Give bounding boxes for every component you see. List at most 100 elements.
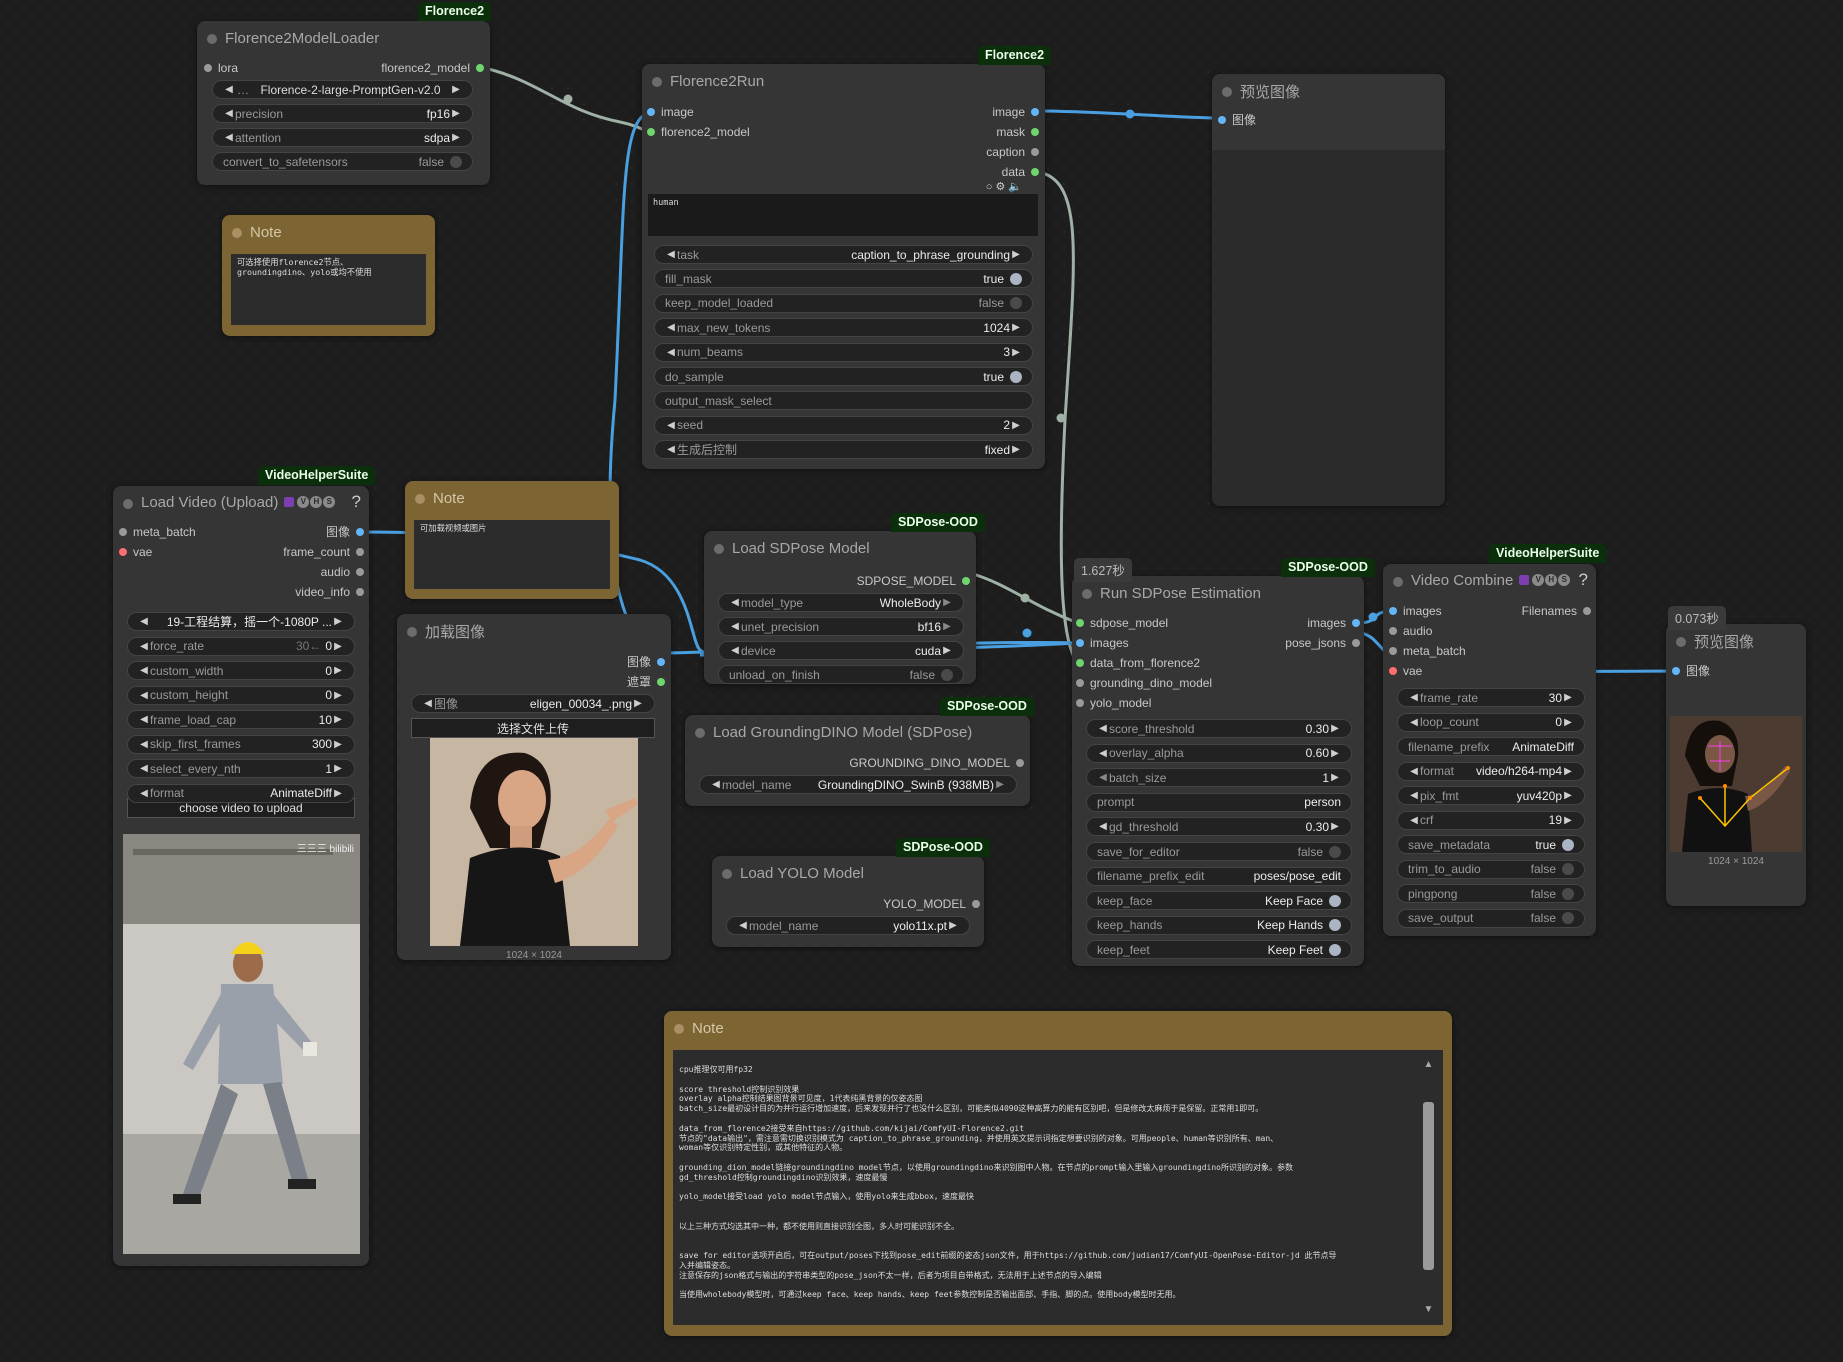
arrow-right-icon[interactable]: ▶	[1329, 821, 1341, 832]
arrow-right-icon[interactable]: ▶	[1562, 790, 1574, 801]
collapse-dot-icon[interactable]	[652, 77, 662, 87]
device-combo[interactable]: ◀ device cuda ▶	[718, 641, 964, 660]
video-combine-node[interactable]: Video Combine V H S? images audio meta_bat…	[1383, 564, 1596, 936]
output-data[interactable]: data	[1002, 164, 1040, 180]
arrow-right-icon[interactable]: ▶	[1562, 717, 1574, 728]
arrow-right-icon[interactable]: ▶	[332, 641, 344, 652]
input-sdpose-model[interactable]: sdpose_model	[1076, 615, 1168, 631]
node-header[interactable]: Load Video (Upload) V H S?	[113, 486, 369, 518]
arrow-right-icon[interactable]: ▶	[332, 739, 344, 750]
toggle-on-icon[interactable]	[1010, 272, 1022, 285]
image-file-combo[interactable]: ◀ 图像 eligen_00034_.png ▶	[411, 694, 655, 713]
arrow-left-icon[interactable]: ◀	[665, 249, 677, 260]
node-header[interactable]: Load GroundingDINO Model (SDPose)	[685, 715, 1030, 749]
arrow-left-icon[interactable]: ◀	[223, 84, 235, 95]
arrow-right-icon[interactable]: ▶	[1562, 766, 1574, 777]
input-lora[interactable]: lora	[204, 60, 238, 76]
note-node-2[interactable]: Note 可加载视频或图片	[405, 481, 619, 599]
collapse-dot-icon[interactable]	[123, 499, 133, 509]
input-grounding-dino-model[interactable]: grounding_dino_model	[1076, 675, 1212, 691]
florence2-model-loader-node[interactable]: Florence2ModelLoader lora florence2_mode…	[197, 21, 490, 185]
output-florence2-model[interactable]: florence2_model	[381, 60, 484, 76]
widget-do-sample[interactable]: do_sample true	[654, 367, 1033, 386]
input-vae[interactable]: vae	[119, 544, 152, 560]
arrow-right-icon[interactable]: ▶	[332, 690, 344, 701]
collapse-dot-icon[interactable]	[1222, 87, 1232, 97]
attention-combo[interactable]: ◀ attention sdpa ▶	[212, 128, 473, 147]
node-header[interactable]: 预览图像	[1212, 74, 1445, 108]
input-image[interactable]: 图像	[1218, 112, 1256, 128]
node-header[interactable]: Video Combine V H S?	[1383, 564, 1596, 596]
toggle-off-icon[interactable]	[1562, 912, 1574, 924]
node-header[interactable]: 加载图像	[397, 614, 671, 648]
output-pose-jsons[interactable]: pose_jsons	[1285, 635, 1360, 651]
widget-overlay-alpha[interactable]: ◀ overlay_alpha 0.60 ▶	[1086, 743, 1352, 763]
node-header[interactable]: Load SDPose Model	[704, 531, 976, 565]
collapse-dot-icon[interactable]	[1393, 577, 1403, 587]
arrow-left-icon[interactable]: ◀	[737, 920, 749, 931]
arrow-right-icon[interactable]: ▶	[332, 714, 344, 725]
arrow-right-icon[interactable]: ▶	[450, 84, 462, 95]
output-images[interactable]: images	[1307, 615, 1360, 631]
input-yolo-model[interactable]: yolo_model	[1076, 695, 1151, 711]
arrow-right-icon[interactable]: ▶	[1010, 249, 1022, 260]
toggle-on-icon[interactable]	[1329, 943, 1341, 956]
collapse-dot-icon[interactable]	[695, 728, 705, 738]
output-yolo-model[interactable]: YOLO_MODEL	[883, 896, 980, 912]
arrow-right-icon[interactable]: ▶	[1329, 723, 1341, 734]
toggle-off-icon[interactable]	[1010, 297, 1022, 310]
collapse-dot-icon[interactable]	[674, 1024, 684, 1034]
widget-frame-rate[interactable]: ◀ frame_rate 30 ▶	[1397, 688, 1585, 707]
help-icon[interactable]: ?	[352, 492, 361, 512]
arrow-left-icon[interactable]: ◀	[1408, 717, 1420, 728]
arrow-left-icon[interactable]: ◀	[138, 739, 150, 750]
arrow-left-icon[interactable]: ◀	[138, 690, 150, 701]
collapse-dot-icon[interactable]	[207, 34, 217, 44]
arrow-right-icon[interactable]: ▶	[1562, 815, 1574, 826]
gdino-model-combo[interactable]: ◀ model_name GroundingDINO_SwinB (938MB) ▶	[699, 775, 1017, 794]
widget-keep-feet[interactable]: keep_feet Keep Feet	[1086, 940, 1352, 960]
toggle-on-icon[interactable]	[1010, 370, 1022, 383]
arrow-left-icon[interactable]: ◀	[665, 444, 677, 455]
note-node-3[interactable]: Note cpu推理仅可用fp32 score threshold控制识别效果 …	[664, 1011, 1452, 1336]
output-mask[interactable]: 遮罩	[627, 674, 666, 690]
widget-save-output[interactable]: save_output false	[1397, 908, 1585, 928]
widget-crf[interactable]: ◀ crf 19 ▶	[1397, 810, 1585, 830]
arrow-right-icon[interactable]: ▶	[1562, 692, 1574, 703]
arrow-right-icon[interactable]: ▶	[941, 597, 953, 608]
model-combo[interactable]: ◀… Florence-2-large-PromptGen-v2.0 ▶	[212, 80, 473, 99]
arrow-right-icon[interactable]: ▶	[450, 132, 462, 143]
arrow-right-icon[interactable]: ▶	[1010, 347, 1022, 358]
upload-file-button[interactable]: 选择文件上传	[411, 718, 655, 738]
arrow-left-icon[interactable]: ◀	[1408, 766, 1420, 777]
load-yolo-model-node[interactable]: Load YOLO Model YOLO_MODEL ◀ model_name yo…	[712, 856, 984, 947]
widget-loop-count[interactable]: ◀ loop_count 0 ▶	[1397, 712, 1585, 732]
arrow-right-icon[interactable]: ▶	[994, 779, 1006, 790]
collapse-dot-icon[interactable]	[415, 494, 425, 504]
scroll-up-icon[interactable]: ▲	[1422, 1060, 1435, 1070]
output-caption[interactable]: caption	[986, 144, 1039, 160]
widget-seed[interactable]: ◀ seed 2 ▶	[654, 415, 1033, 435]
arrow-right-icon[interactable]: ▶	[941, 621, 953, 632]
output-sdpose-model[interactable]: SDPOSE_MODEL	[857, 573, 971, 589]
arrow-left-icon[interactable]: ◀	[729, 621, 741, 632]
widget-gd-threshold[interactable]: ◀ gd_threshold 0.30 ▶	[1086, 817, 1352, 837]
arrow-left-icon[interactable]: ◀	[729, 597, 741, 608]
arrow-left-icon[interactable]: ◀	[138, 763, 150, 774]
widget-max-new-tokens[interactable]: ◀ max_new_tokens 1024 ▶	[654, 318, 1033, 338]
widget-save-for-editor[interactable]: save_for_editor false	[1086, 842, 1352, 861]
load-video-upload-node[interactable]: Load Video (Upload) V H S? meta_batch vae …	[113, 486, 369, 1266]
output-grounding-dino-model[interactable]: GROUNDING_DINO_MODEL	[849, 755, 1024, 771]
output-video-info[interactable]: video_info	[295, 584, 364, 600]
widget--[interactable]: ◀ 生成后控制 fixed ▶	[654, 440, 1033, 460]
widget-pix-fmt[interactable]: ◀ pix_fmt yuv420p ▶	[1397, 786, 1585, 805]
input-meta-batch[interactable]: meta_batch	[1389, 643, 1466, 659]
input-data-from-florence2[interactable]: data_from_florence2	[1076, 655, 1200, 671]
load-groundingdino-node[interactable]: Load GroundingDINO Model (SDPose) GROUND…	[685, 715, 1030, 806]
preview-image-node-2[interactable]: 预览图像 图像 1024 × 1024	[1666, 624, 1806, 906]
arrow-right-icon[interactable]: ▶	[332, 763, 344, 774]
output-audio[interactable]: audio	[321, 564, 365, 580]
arrow-right-icon[interactable]: ▶	[1010, 444, 1022, 455]
arrow-right-icon[interactable]: ▶	[1329, 772, 1341, 783]
toggle-on-icon[interactable]	[1562, 838, 1574, 851]
